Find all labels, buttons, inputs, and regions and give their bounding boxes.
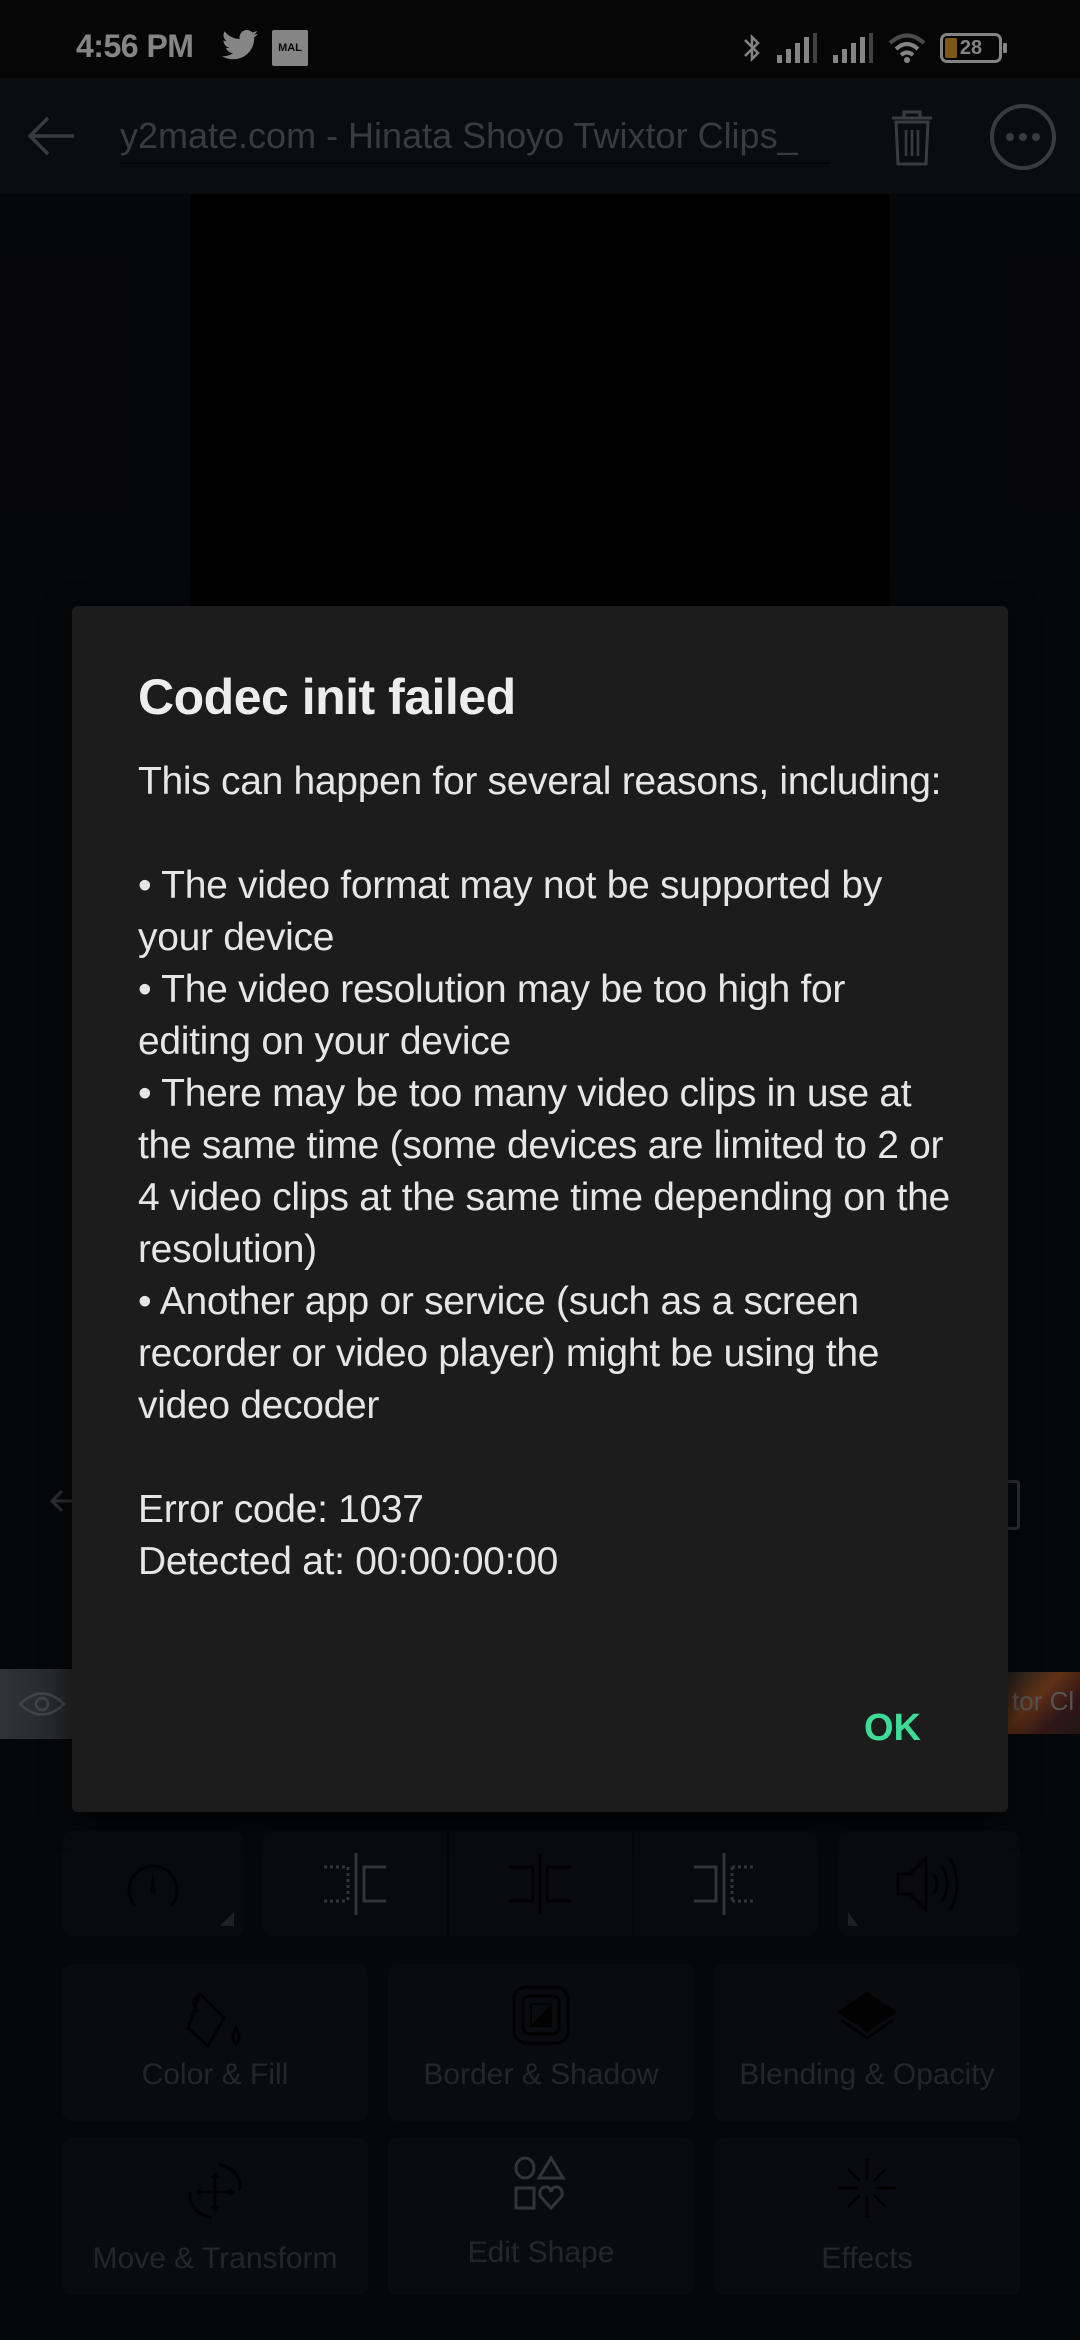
dialog-message: This can happen for several reasons, inc…	[138, 756, 958, 1588]
screen: 4:56 PM MAL 28 y2mate.com - Hinata Shoyo…	[0, 0, 1080, 2340]
ok-button[interactable]: OK	[852, 1699, 933, 1758]
reason-item: • The video format may not be supported …	[138, 864, 882, 959]
reason-item: • The video resolution may be too high f…	[138, 968, 846, 1063]
reason-item: • Another app or service (such as a scre…	[138, 1280, 880, 1427]
error-code: Error code: 1037	[138, 1488, 424, 1531]
detected-at: Detected at: 00:00:00:00	[138, 1540, 558, 1583]
dialog-title: Codec init failed	[138, 669, 516, 725]
error-dialog: Codec init failed This can happen for se…	[72, 606, 1008, 1812]
dialog-intro: This can happen for several reasons, inc…	[138, 760, 942, 803]
reason-item: • There may be too many video clips in u…	[138, 1072, 950, 1271]
